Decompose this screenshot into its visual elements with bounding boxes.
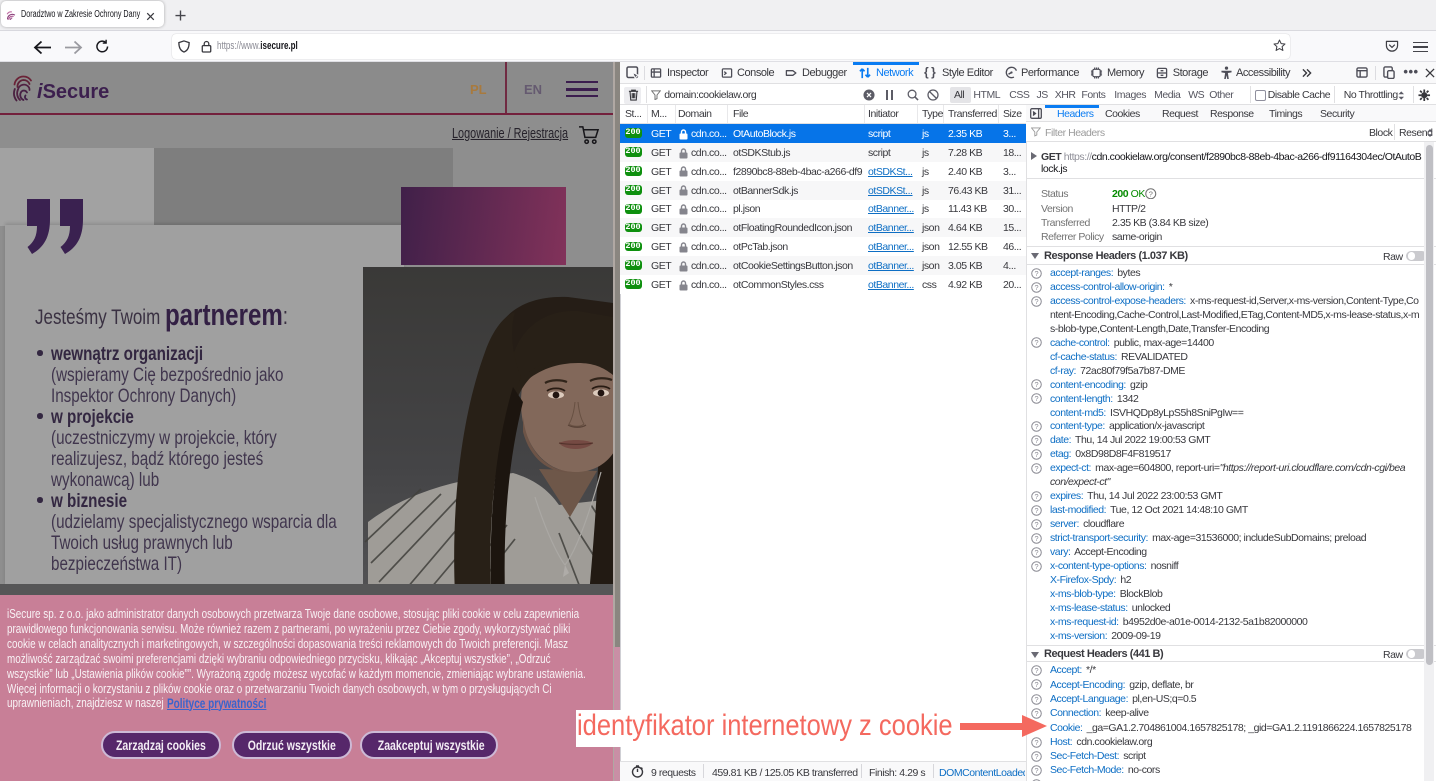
- svg-text:?: ?: [1034, 464, 1038, 473]
- svg-text:?: ?: [1034, 436, 1038, 445]
- svg-text:?: ?: [1034, 422, 1038, 431]
- svg-text:?: ?: [1034, 520, 1038, 529]
- svg-text:?: ?: [1034, 380, 1038, 389]
- svg-text:?: ?: [1034, 680, 1038, 689]
- svg-text:?: ?: [1034, 450, 1038, 459]
- svg-text:?: ?: [1034, 283, 1038, 292]
- svg-text:?: ?: [1034, 534, 1038, 543]
- svg-text:?: ?: [1034, 752, 1038, 761]
- svg-text:?: ?: [1034, 394, 1038, 403]
- svg-text:?: ?: [1034, 562, 1038, 571]
- svg-text:?: ?: [1034, 269, 1038, 278]
- svg-text:?: ?: [1034, 297, 1038, 306]
- svg-text:?: ?: [1034, 695, 1038, 704]
- svg-text:?: ?: [1034, 738, 1038, 747]
- svg-text:?: ?: [1034, 766, 1038, 775]
- svg-text:?: ?: [1149, 189, 1153, 198]
- svg-text:?: ?: [1034, 548, 1038, 557]
- svg-text:?: ?: [1034, 492, 1038, 501]
- svg-text:?: ?: [1034, 666, 1038, 675]
- svg-text:?: ?: [1034, 339, 1038, 348]
- svg-text:?: ?: [1034, 506, 1038, 515]
